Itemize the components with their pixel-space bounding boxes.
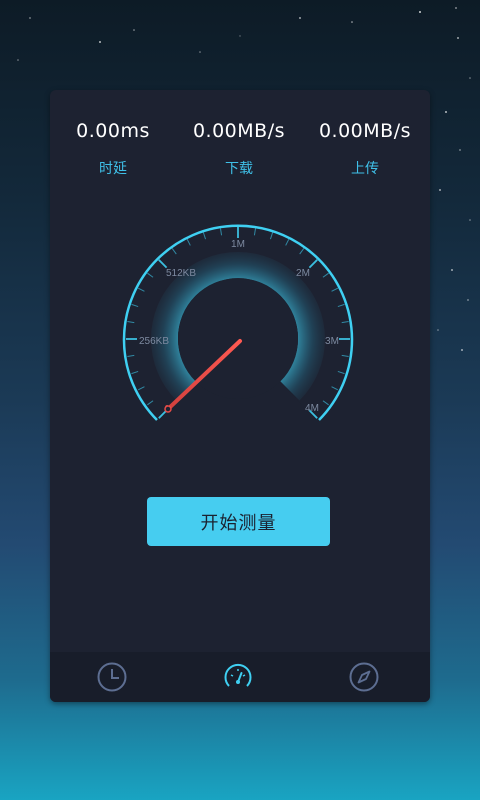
gauge-minor-tick [337, 303, 345, 308]
upload-label: 上传 [351, 161, 379, 177]
speedometer-icon [224, 663, 252, 687]
gauge-minor-tick [137, 287, 145, 292]
gauge-minor-tick [341, 320, 349, 324]
tick-label-3m: 3M [325, 336, 339, 347]
gauge-minor-tick [137, 386, 145, 391]
tab-history[interactable] [96, 661, 128, 693]
download-stat: 0.00MB/s 下载 [174, 120, 304, 178]
upload-value: 0.00MB/s [318, 120, 412, 142]
gauge-minor-tick [322, 272, 329, 278]
latency-stat: 0.00ms 时延 [50, 120, 178, 178]
gauge-minor-tick [131, 303, 139, 308]
tick-label-1m: 1M [231, 239, 245, 250]
gauge-minor-tick [186, 238, 191, 246]
tick-label-4m: 4M [305, 403, 319, 414]
gauge-minor-tick [285, 238, 290, 246]
tick-label-512kb: 512KB [166, 268, 196, 279]
bottom-tab-bar [50, 652, 430, 702]
compass-icon [349, 662, 379, 692]
gauge-minor-tick [331, 287, 339, 292]
gauge-minor-tick [299, 248, 305, 255]
tab-discover[interactable] [348, 661, 380, 693]
gauge-minor-tick [171, 248, 177, 255]
gauge-minor-tick [202, 232, 207, 240]
gauge-minor-tick [147, 400, 154, 406]
gauge-minor-tick [127, 320, 135, 324]
gauge-minor-tick [331, 386, 339, 391]
gauge-minor-tick [322, 400, 329, 406]
latency-label: 时延 [99, 161, 127, 177]
download-value: 0.00MB/s [192, 120, 286, 142]
speed-gauge: 0 256KB 512KB 1M 2M 3M 4M [122, 224, 354, 421]
tick-label-2m: 2M [296, 268, 310, 279]
gauge-minor-tick [337, 370, 345, 375]
needle-pivot [164, 405, 172, 413]
gauge-minor-tick [131, 370, 139, 375]
gauge-minor-tick [341, 354, 349, 358]
latency-value: 0.00ms [76, 120, 150, 142]
upload-stat: 0.00MB/s 上传 [300, 120, 430, 178]
gauge-minor-tick [219, 228, 223, 236]
gauge-minor-tick [269, 232, 274, 240]
gauge-major-tick [158, 259, 168, 269]
gauge-minor-tick [253, 228, 257, 236]
gauge-minor-tick [127, 354, 135, 358]
tick-label-256kb: 256KB [139, 336, 169, 347]
clock-icon [97, 662, 127, 692]
speed-test-card: 0.00ms 时延 0.00MB/s 下载 0.00MB/s 上传 256KB … [50, 90, 430, 702]
stats-row: 0.00ms 时延 0.00MB/s 下载 0.00MB/s 上传 [50, 120, 430, 190]
tab-speedtest[interactable] [222, 661, 254, 693]
download-label: 下载 [225, 161, 253, 177]
gauge-major-tick [308, 259, 318, 269]
start-test-button[interactable]: 开始测量 [147, 497, 330, 546]
gauge-minor-tick [147, 272, 154, 278]
